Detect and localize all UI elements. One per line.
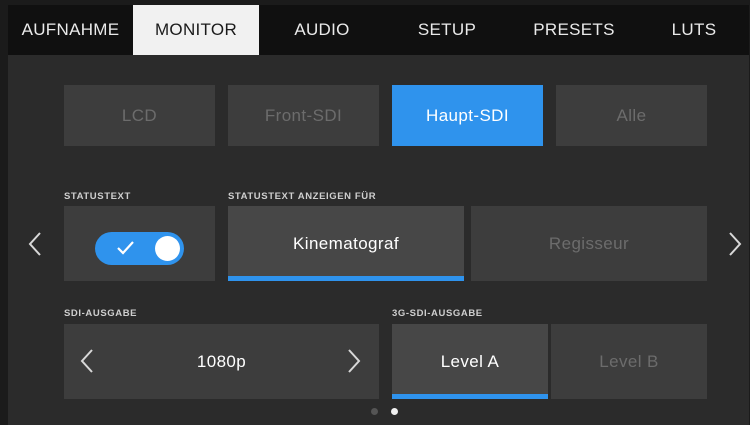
kinematograf-label: Kinematograf [293,233,399,253]
level-b-button[interactable]: Level B [551,324,707,399]
sdi-output-value: 1080p [196,351,247,371]
status-text-toggle-container [64,206,215,281]
output-lcd-button[interactable]: LCD [64,85,215,146]
page-dot-2[interactable] [391,408,398,415]
chevron-left-icon[interactable] [28,231,42,257]
chevron-right-icon[interactable] [728,231,742,257]
top-tab-bar: AUFNAHME MONITOR AUDIO SETUP PRESETS LUT… [8,5,749,55]
sdi-output-stepper: 1080p [64,324,379,399]
status-text-label: STATUSTEXT [64,191,131,202]
tab-audio[interactable]: AUDIO [259,5,385,55]
tab-presets[interactable]: PRESETS [509,5,639,55]
selected-indicator [392,394,548,399]
show-for-regisseur-button[interactable]: Regisseur [471,206,707,281]
level-a-button[interactable]: Level A [392,324,548,399]
sdi-output-label: SDI-AUSGABE [64,308,138,319]
selected-indicator [228,276,464,281]
sdi-prev-chevron-icon[interactable] [80,348,94,374]
show-for-kinematograf-button[interactable]: Kinematograf [228,206,464,281]
tab-aufnahme[interactable]: AUFNAHME [8,5,133,55]
output-alle-button[interactable]: Alle [556,85,707,146]
sdi-3g-output-label: 3G-SDI-AUSGABE [392,308,483,319]
level-a-label: Level A [440,351,500,371]
tab-setup[interactable]: SETUP [385,5,509,55]
toggle-knob [155,236,180,261]
status-text-toggle[interactable] [95,232,184,265]
tab-monitor[interactable]: MONITOR [133,5,259,55]
monitor-settings-panel: LCD Front-SDI Haupt-SDI Alle STATUSTEXT … [8,55,749,425]
output-haupt-sdi-button[interactable]: Haupt-SDI [392,85,543,146]
tab-luts[interactable]: LUTS [639,5,749,55]
check-icon [117,241,134,255]
output-front-sdi-button[interactable]: Front-SDI [228,85,379,146]
sdi-next-chevron-icon[interactable] [347,348,361,374]
page-dot-1[interactable] [371,408,378,415]
show-for-label: STATUSTEXT ANZEIGEN FÜR [228,191,377,202]
